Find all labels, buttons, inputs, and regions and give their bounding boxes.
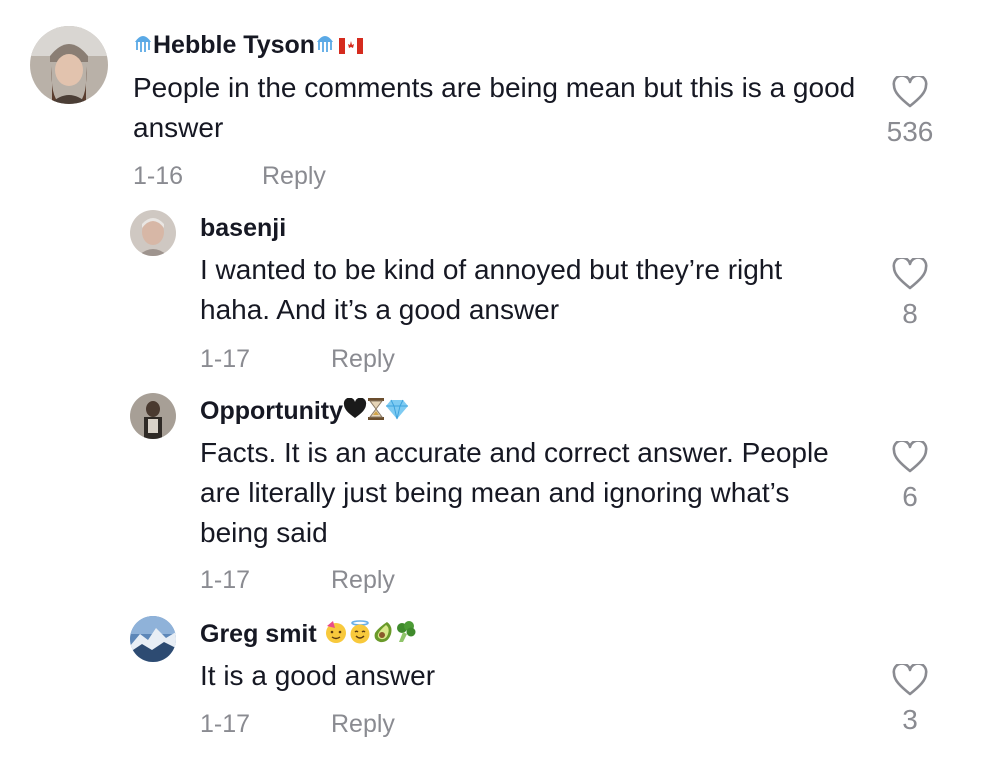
hourglass-icon	[367, 397, 385, 428]
heart-outline-icon	[892, 258, 928, 290]
heart-outline-icon	[892, 441, 928, 473]
heart-outline-icon	[892, 664, 928, 696]
username-text: Opportunity	[200, 397, 344, 426]
avatar[interactable]	[130, 393, 176, 439]
smiling-face-halo-icon	[348, 620, 372, 651]
username[interactable]: basenji	[200, 214, 286, 243]
comment-date: 1-17	[200, 345, 251, 373]
like-count: 6	[902, 481, 918, 512]
reply-button[interactable]: Reply	[331, 566, 395, 595]
like-button[interactable]: 3	[880, 664, 940, 736]
canada-flag-icon	[339, 32, 364, 61]
heart-outline-icon	[892, 76, 928, 108]
reply-button[interactable]: Reply	[331, 345, 395, 374]
reply-comment-item: basenji I wanted to be kind of annoyed b…	[0, 200, 990, 380]
comment-item: Hebble Tyson People in the comments are …	[0, 0, 990, 200]
username[interactable]: Opportunity	[200, 397, 409, 428]
reply-button[interactable]: Reply	[331, 710, 395, 739]
comment-date: 1-16	[133, 162, 184, 190]
avocado-icon	[372, 620, 394, 651]
avatar[interactable]	[130, 210, 176, 256]
comment-date: 1-17	[200, 710, 251, 738]
reply-comment-item: Opportunity Facts. It is an accurate and…	[0, 383, 990, 603]
partying-face-icon	[324, 620, 348, 651]
reply-button[interactable]: Reply	[262, 162, 326, 191]
comment-text: People in the comments are being mean bu…	[133, 72, 856, 143]
comment-text: It is a good answer	[200, 660, 436, 691]
reply-comment-item: Greg smit It is a good answer 1-17 Reply…	[0, 606, 990, 762]
like-button[interactable]: 8	[880, 258, 940, 330]
username-text: Hebble Tyson	[153, 31, 316, 59]
comment-date: 1-17	[200, 566, 251, 594]
like-count: 536	[886, 116, 934, 147]
username[interactable]: Hebble Tyson	[133, 31, 364, 61]
broccoli-icon	[394, 620, 418, 651]
like-button[interactable]: 536	[880, 76, 940, 148]
comment-text: I wanted to be kind of annoyed but they’…	[200, 254, 783, 325]
username-text: Greg smit	[200, 620, 317, 649]
comment-text: Facts. It is an accurate and correct ans…	[200, 437, 829, 548]
avatar[interactable]	[30, 26, 108, 104]
like-count: 3	[902, 704, 918, 735]
avatar[interactable]	[130, 616, 176, 662]
username[interactable]: Greg smit	[200, 620, 418, 651]
black-heart-icon	[343, 397, 367, 427]
jellyfish-icon	[133, 32, 153, 61]
like-button[interactable]: 6	[880, 441, 940, 513]
diamond-icon	[385, 398, 409, 427]
jellyfish-icon	[315, 32, 335, 61]
like-count: 8	[902, 298, 918, 329]
